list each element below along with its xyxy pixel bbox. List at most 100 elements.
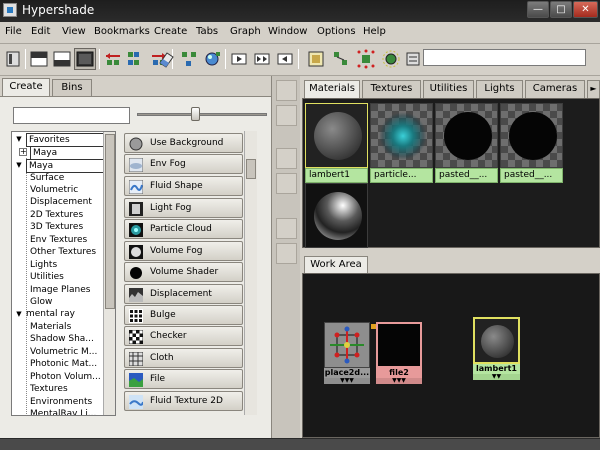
graph-arrows-icon [106, 53, 120, 65]
tab-bins[interactable]: Bins [52, 79, 92, 96]
tabs-scroll-button[interactable]: ► [587, 80, 600, 98]
side-toggle-button[interactable] [276, 148, 297, 169]
top-tabs-icon [30, 51, 48, 67]
material-swatch[interactable]: lambert1 [305, 103, 368, 185]
menu-create[interactable]: Create [154, 26, 187, 37]
material-preview [435, 103, 498, 168]
rearrange-graph-button[interactable] [178, 48, 200, 70]
toggle-swatches-button[interactable] [305, 48, 327, 70]
tree-item[interactable]: Other Textures [30, 246, 96, 259]
file-icon [129, 373, 143, 387]
menu-graph[interactable]: Graph [230, 26, 261, 37]
input-connections-button[interactable] [228, 48, 250, 70]
rearrange-icon [182, 52, 196, 66]
tree-item[interactable]: Textures [30, 383, 68, 396]
tree-item[interactable]: Shadow Sha... [30, 333, 94, 346]
tab-work-area[interactable]: Work Area [304, 256, 368, 274]
create-node-button[interactable]: Fluid Texture 2D [124, 391, 243, 411]
create-node-button[interactable]: Particle Cloud [124, 219, 243, 239]
material-label: pasted__... [435, 168, 498, 183]
node-category-tree: ▼ Favorites + Maya ▼ Maya Surface Volumetri… [11, 131, 116, 416]
clear-graph-button[interactable] [155, 48, 177, 70]
menu-options[interactable]: Options [317, 26, 356, 37]
tab-cameras[interactable]: Cameras [525, 80, 585, 98]
tab-textures[interactable]: Textures [362, 80, 421, 98]
menu-edit[interactable]: Edit [31, 26, 50, 37]
tree-item[interactable]: Photonic Mat... [30, 358, 97, 371]
tree-item[interactable]: Utilities [30, 271, 64, 284]
displacement-icon [129, 288, 143, 302]
side-toggle-button[interactable] [276, 80, 297, 101]
selection-highlight-button[interactable] [355, 48, 377, 70]
graph-upstream-button[interactable] [102, 48, 124, 70]
create-node-button[interactable]: Bulge [124, 305, 243, 325]
work-node-file[interactable]: file2 ▼▼▼ [376, 322, 422, 384]
maximize-button[interactable]: □ [550, 1, 572, 18]
material-sphere-icon [205, 52, 220, 66]
side-toggle-button[interactable] [276, 173, 297, 194]
tree-item[interactable]: MentalRay Li... [30, 408, 96, 415]
node-ports[interactable]: ▼▼▼ [324, 378, 370, 384]
bins-toggle-button[interactable] [2, 48, 24, 70]
minimize-button[interactable]: — [527, 1, 549, 18]
tab-lights[interactable]: Lights [476, 80, 523, 98]
create-node-button[interactable]: Volume Fog [124, 241, 243, 261]
tree-item[interactable]: 3D Textures [30, 221, 83, 234]
material-swatch[interactable]: particle... [370, 103, 433, 185]
work-node-lambert[interactable]: lambert1 ▼▼ [473, 317, 520, 380]
create-node-button[interactable]: Fluid Shape [124, 176, 243, 196]
create-node-button[interactable]: Volume Shader [124, 262, 243, 282]
attribute-button[interactable] [402, 48, 424, 70]
create-node-button[interactable]: Env Fog [124, 154, 243, 174]
show-top-tabs-button[interactable] [28, 48, 50, 70]
create-node-button[interactable]: Displacement [124, 284, 243, 304]
create-node-button[interactable]: Use Background [124, 133, 243, 153]
create-node-button[interactable]: File [124, 369, 243, 389]
output-connections-button[interactable] [274, 48, 296, 70]
show-bottom-tabs-button[interactable] [51, 48, 73, 70]
render-swatch-button[interactable] [380, 48, 402, 70]
node-list-scrollbar[interactable] [244, 131, 257, 415]
menu-file[interactable]: File [5, 26, 22, 37]
tab-materials[interactable]: Materials [304, 80, 360, 98]
tree-scrollbar-thumb[interactable] [105, 134, 115, 309]
node-list-scrollbar-thumb[interactable] [246, 159, 256, 179]
tab-create[interactable]: Create [2, 78, 50, 97]
menu-window[interactable]: Window [268, 26, 307, 37]
graph-materials-button[interactable] [201, 48, 223, 70]
material-swatch[interactable]: pasted__... [435, 103, 498, 185]
icon-size-slider-handle[interactable] [191, 107, 200, 121]
fluid-shape-icon [129, 180, 143, 194]
title-bar: Hypershade — □ ✕ [0, 0, 600, 22]
graph-network-button[interactable] [125, 48, 147, 70]
node-ports[interactable]: ▼▼ [473, 374, 520, 380]
tree-item[interactable]: Displacement [30, 196, 92, 209]
side-toggle-button[interactable] [276, 218, 297, 239]
show-both-tabs-button[interactable] [74, 48, 96, 70]
toolbar-search-input[interactable] [423, 49, 586, 66]
work-node-place2d[interactable]: place2d... ▼▼▼ [324, 322, 370, 384]
menu-tabs[interactable]: Tabs [196, 26, 218, 37]
close-button[interactable]: ✕ [573, 1, 598, 18]
menu-view[interactable]: View [62, 26, 86, 37]
icon-size-slider[interactable] [137, 113, 267, 116]
node-ports[interactable]: ▼▼▼ [376, 378, 422, 384]
side-toggle-button[interactable] [276, 105, 297, 126]
particle-cloud-icon [129, 223, 143, 237]
material-swatch[interactable]: pasted__... [500, 103, 563, 185]
material-preview [500, 103, 563, 168]
menu-help[interactable]: Help [363, 26, 386, 37]
tree-scrollbar[interactable] [103, 132, 115, 415]
side-toggle-button[interactable] [276, 243, 297, 264]
lambert-swatch [473, 317, 520, 364]
viewport-strip [0, 438, 600, 450]
create-node-button[interactable]: Cloth [124, 348, 243, 368]
create-filter-input[interactable] [13, 107, 130, 124]
tab-utilities[interactable]: Utilities [423, 80, 474, 98]
menu-bookmarks[interactable]: Bookmarks [94, 26, 150, 37]
io-connections-icon [254, 53, 270, 65]
input-output-connections-button[interactable] [251, 48, 273, 70]
hierarchy-view-button[interactable] [330, 48, 352, 70]
create-node-button[interactable]: Light Fog [124, 198, 243, 218]
create-node-button[interactable]: Checker [124, 326, 243, 346]
